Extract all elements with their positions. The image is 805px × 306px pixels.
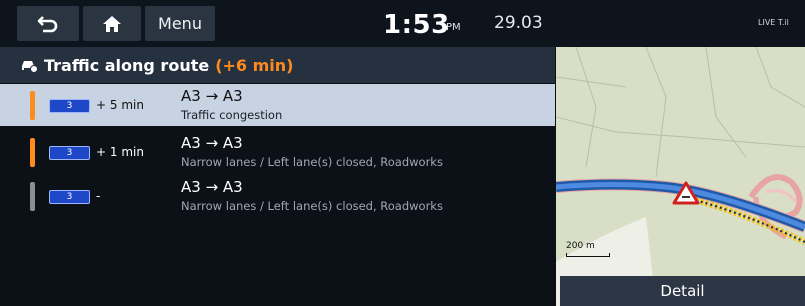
traffic-row[interactable]: 3 + 5 min A3 → A3 Traffic congestion [0,84,555,126]
menu-label: Menu [158,14,202,33]
route-text: A3 → A3 [181,134,243,152]
menu-button[interactable]: Menu [145,6,215,41]
traffic-header: Traffic along route (+6 min) [0,47,555,83]
severity-bar [30,182,35,211]
clock-ampm: PM [446,22,461,33]
delay-text: - [96,189,101,203]
traffic-row[interactable]: 3 - A3 → A3 Narrow lanes / Left lane(s) … [0,175,555,217]
route-text: A3 → A3 [181,87,243,105]
traffic-row[interactable]: 3 + 1 min A3 → A3 Narrow lanes / Left la… [0,131,555,173]
road-shield: 3 [49,190,90,204]
severity-bar [30,91,35,120]
back-button[interactable] [17,6,79,41]
home-icon [103,15,121,32]
traffic-title: Traffic along route [44,55,210,75]
incident-description: Narrow lanes / Left lane(s) closed, Road… [181,199,443,213]
severity-bar [30,138,35,167]
traffic-panel: Traffic along route (+6 min) 3 + 5 min A… [0,47,555,306]
detail-label: Detail [660,282,705,300]
date-display: 29.03 [494,13,543,33]
map-scale-label: 200 m [566,241,595,251]
traffic-extra-delay: (+6 min) [215,55,294,75]
route-text: A3 → A3 [181,178,243,196]
map-canvas [556,47,805,306]
home-button[interactable] [83,6,141,41]
car-traffic-icon [22,61,38,73]
clock-time: 1:53 [383,10,450,40]
status-indicators: LIVE T.il [758,18,789,27]
delay-text: + 1 min [96,145,144,159]
map-view[interactable] [556,47,805,306]
road-shield: 3 [49,99,90,113]
detail-button[interactable]: Detail [560,276,805,306]
top-bar: Menu 1:53 PM 29.03 LIVE T.il [0,0,805,47]
back-arrow-icon [37,15,58,32]
road-shield: 3 [49,146,90,160]
incident-description: Traffic congestion [181,108,283,122]
incident-description: Narrow lanes / Left lane(s) closed, Road… [181,155,443,169]
delay-text: + 5 min [96,98,144,112]
map-scale-bar [566,253,610,257]
